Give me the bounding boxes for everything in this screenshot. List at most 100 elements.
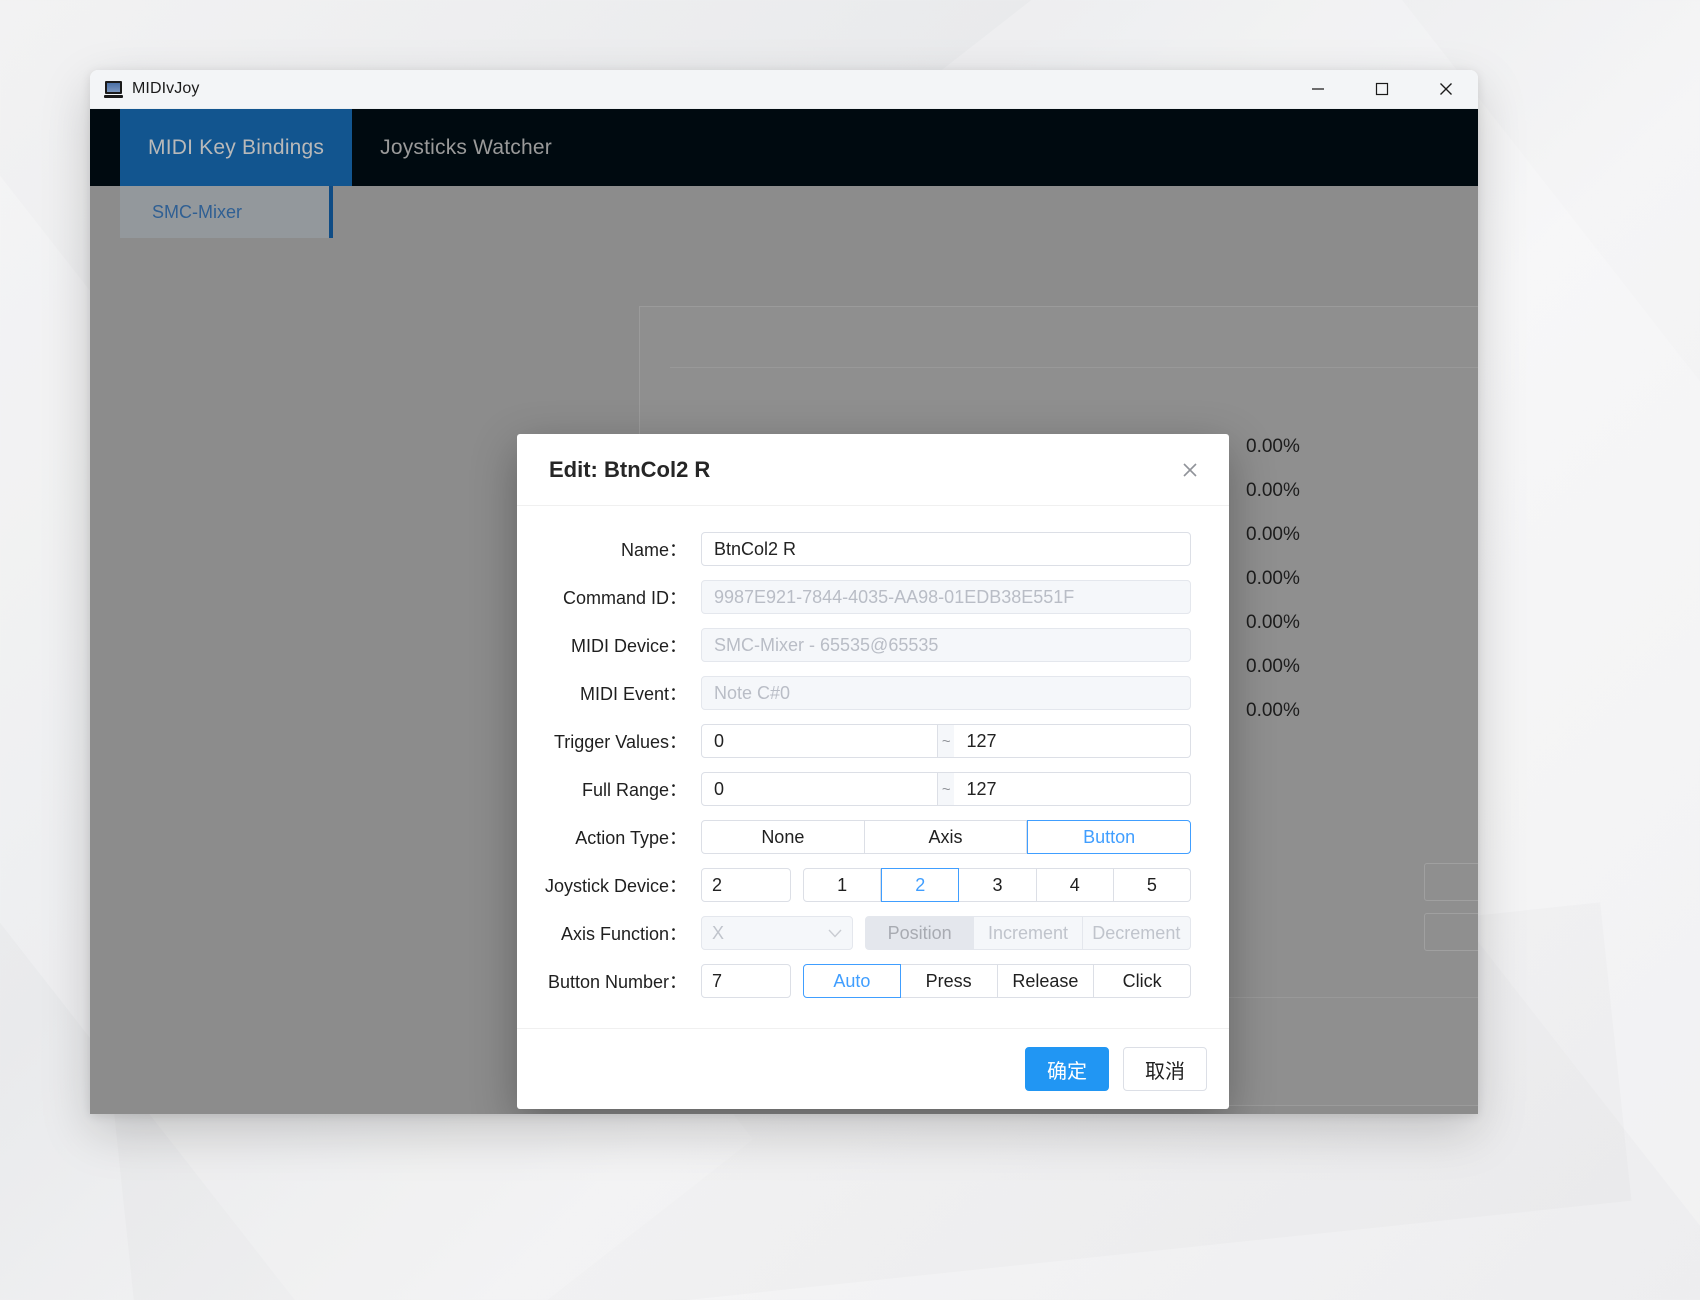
command-id-label: Command ID：	[562, 588, 687, 608]
joystick-device-option-4[interactable]: 4	[1036, 868, 1114, 902]
window-title: MIDIvJoy	[132, 80, 200, 97]
option-label: 4	[1069, 874, 1080, 895]
app-body: SMC-Mixer 0.00% 0.00% 0.00% 0.00% 0.00% …	[90, 186, 1478, 1114]
action-type-option-button[interactable]: Button	[1027, 820, 1192, 854]
chevron-down-icon	[828, 926, 842, 941]
close-button[interactable]	[1414, 70, 1478, 109]
trigger-min-input[interactable]: 0	[701, 724, 939, 758]
trigger-values-label: Trigger Values：	[553, 732, 687, 752]
midi-event-control: Note C#0	[701, 676, 1191, 710]
full-range-label: Full Range：	[581, 780, 687, 800]
edit-binding-dialog: Edit: BtnCol2 R Name： BtnCol2 R Command …	[517, 434, 1229, 1109]
window-controls	[1286, 70, 1478, 109]
action-type-label: Action Type：	[575, 828, 687, 848]
axis-function-value: X	[712, 922, 725, 943]
option-label: Auto	[833, 970, 871, 991]
field-row-trigger-values: Trigger Values： 0 ~ 127	[541, 724, 1191, 758]
trigger-values-range: 0 ~ 127	[701, 724, 1191, 758]
full-range-control: 0 ~ 127	[701, 772, 1191, 806]
option-label: Decrement	[1092, 922, 1181, 943]
midi-device-control: SMC-Mixer - 65535@65535	[701, 628, 1191, 662]
joystick-device-input[interactable]: 2	[701, 868, 791, 902]
tab-midi-key-bindings[interactable]: MIDI Key Bindings	[120, 109, 353, 186]
axis-function-group: Position Increment Decrement	[865, 916, 1191, 950]
option-label: Axis	[928, 826, 963, 847]
field-row-action-type: Action Type： None Axis Button	[541, 820, 1192, 854]
option-label: None	[761, 826, 805, 847]
joystick-device-option-5[interactable]: 5	[1113, 868, 1192, 902]
midi-device-input: SMC-Mixer - 65535@65535	[701, 628, 1191, 662]
joystick-device-option-2[interactable]: 2	[881, 868, 960, 902]
button-number-option-press[interactable]: Press	[900, 964, 998, 998]
computer-icon	[104, 80, 123, 98]
action-type-option-none[interactable]: None	[701, 820, 865, 854]
app-window: MIDIvJoy MIDI Key Bindings Joysticks Wat…	[90, 70, 1478, 1114]
option-label: 3	[992, 874, 1003, 895]
option-label: Position	[887, 922, 952, 943]
field-row-joystick-device: Joystick Device： 2 1 2 3 4 5	[541, 868, 1192, 902]
option-label: Press	[925, 970, 972, 991]
tab-strip: MIDI Key Bindings Joysticks Watcher	[90, 109, 1478, 186]
dialog-header: Edit: BtnCol2 R	[517, 434, 1229, 506]
field-row-button-number: Button Number： 7 Auto Press Release Clic…	[541, 964, 1191, 998]
field-row-full-range: Full Range： 0 ~ 127	[541, 772, 1191, 806]
trigger-values-control: 0 ~ 127	[701, 724, 1191, 758]
option-label: 2	[915, 874, 926, 895]
axis-function-label: Axis Function：	[560, 924, 687, 944]
button-number-group: Auto Press Release Click	[803, 964, 1191, 998]
field-row-midi-device: MIDI Device： SMC-Mixer - 65535@65535	[541, 628, 1191, 662]
joystick-device-option-3[interactable]: 3	[959, 868, 1037, 902]
action-type-option-axis[interactable]: Axis	[864, 820, 1028, 854]
axis-function-select: X	[701, 916, 853, 950]
tab-label: MIDI Key Bindings	[148, 135, 325, 159]
option-label: Button	[1083, 826, 1136, 847]
minimize-button[interactable]	[1286, 70, 1350, 109]
maximize-button[interactable]	[1350, 70, 1414, 109]
full-range-min-input[interactable]: 0	[701, 772, 939, 806]
axis-function-option-decrement: Decrement	[1082, 916, 1191, 950]
field-row-midi-event: MIDI Event： Note C#0	[541, 676, 1191, 710]
joystick-device-option-1[interactable]: 1	[803, 868, 882, 902]
button-number-label: Button Number：	[547, 972, 687, 992]
joystick-device-group: 1 2 3 4 5	[803, 868, 1192, 902]
action-type-control: None Axis Button	[701, 820, 1192, 854]
full-range-range: 0 ~ 127	[701, 772, 1191, 806]
field-row-axis-function: Axis Function： X Position Increment Decr…	[541, 916, 1191, 950]
full-range-max-input[interactable]: 127	[954, 772, 1191, 806]
option-label: 5	[1146, 874, 1157, 895]
range-separator-icon: ~	[938, 724, 955, 758]
tabstrip-lead	[90, 109, 120, 186]
midi-event-label: MIDI Event：	[579, 684, 687, 704]
midi-device-label: MIDI Device：	[570, 636, 687, 656]
trigger-max-input[interactable]: 127	[954, 724, 1191, 758]
option-label: Release	[1012, 970, 1079, 991]
close-icon[interactable]	[1175, 455, 1205, 485]
joystick-device-label: Joystick Device：	[544, 876, 687, 896]
name-input[interactable]: BtnCol2 R	[701, 532, 1191, 566]
midi-event-input: Note C#0	[701, 676, 1191, 710]
dialog-footer: 确定 取消	[517, 1028, 1229, 1109]
tab-joysticks-watcher[interactable]: Joysticks Watcher	[352, 109, 580, 186]
option-label: 1	[837, 874, 848, 895]
axis-function-control: X Position Increment Decrement	[701, 916, 1191, 950]
field-row-name: Name： BtnCol2 R	[541, 532, 1191, 566]
action-type-group: None Axis Button	[701, 820, 1192, 854]
tab-label: Joysticks Watcher	[380, 135, 552, 159]
command-id-input: 9987E921-7844-4035-AA98-01EDB38E551F	[701, 580, 1191, 614]
joystick-device-control: 2 1 2 3 4 5	[701, 868, 1192, 902]
axis-function-option-position: Position	[865, 916, 975, 950]
button-number-control: 7 Auto Press Release Click	[701, 964, 1191, 998]
confirm-button[interactable]: 确定	[1025, 1047, 1109, 1091]
name-label: Name：	[620, 540, 687, 560]
command-id-control: 9987E921-7844-4035-AA98-01EDB38E551F	[701, 580, 1191, 614]
button-number-option-click[interactable]: Click	[1094, 964, 1191, 998]
name-control: BtnCol2 R	[701, 532, 1191, 566]
field-row-command-id: Command ID： 9987E921-7844-4035-AA98-01ED…	[541, 580, 1191, 614]
dialog-body: Name： BtnCol2 R Command ID： 9987E921-784…	[517, 506, 1229, 1028]
button-number-input[interactable]: 7	[701, 964, 791, 998]
window-titlebar: MIDIvJoy	[90, 70, 1478, 109]
cancel-button[interactable]: 取消	[1123, 1047, 1207, 1091]
button-number-option-release[interactable]: Release	[997, 964, 1095, 998]
button-number-option-auto[interactable]: Auto	[803, 964, 901, 998]
dialog-title: Edit: BtnCol2 R	[549, 456, 711, 482]
